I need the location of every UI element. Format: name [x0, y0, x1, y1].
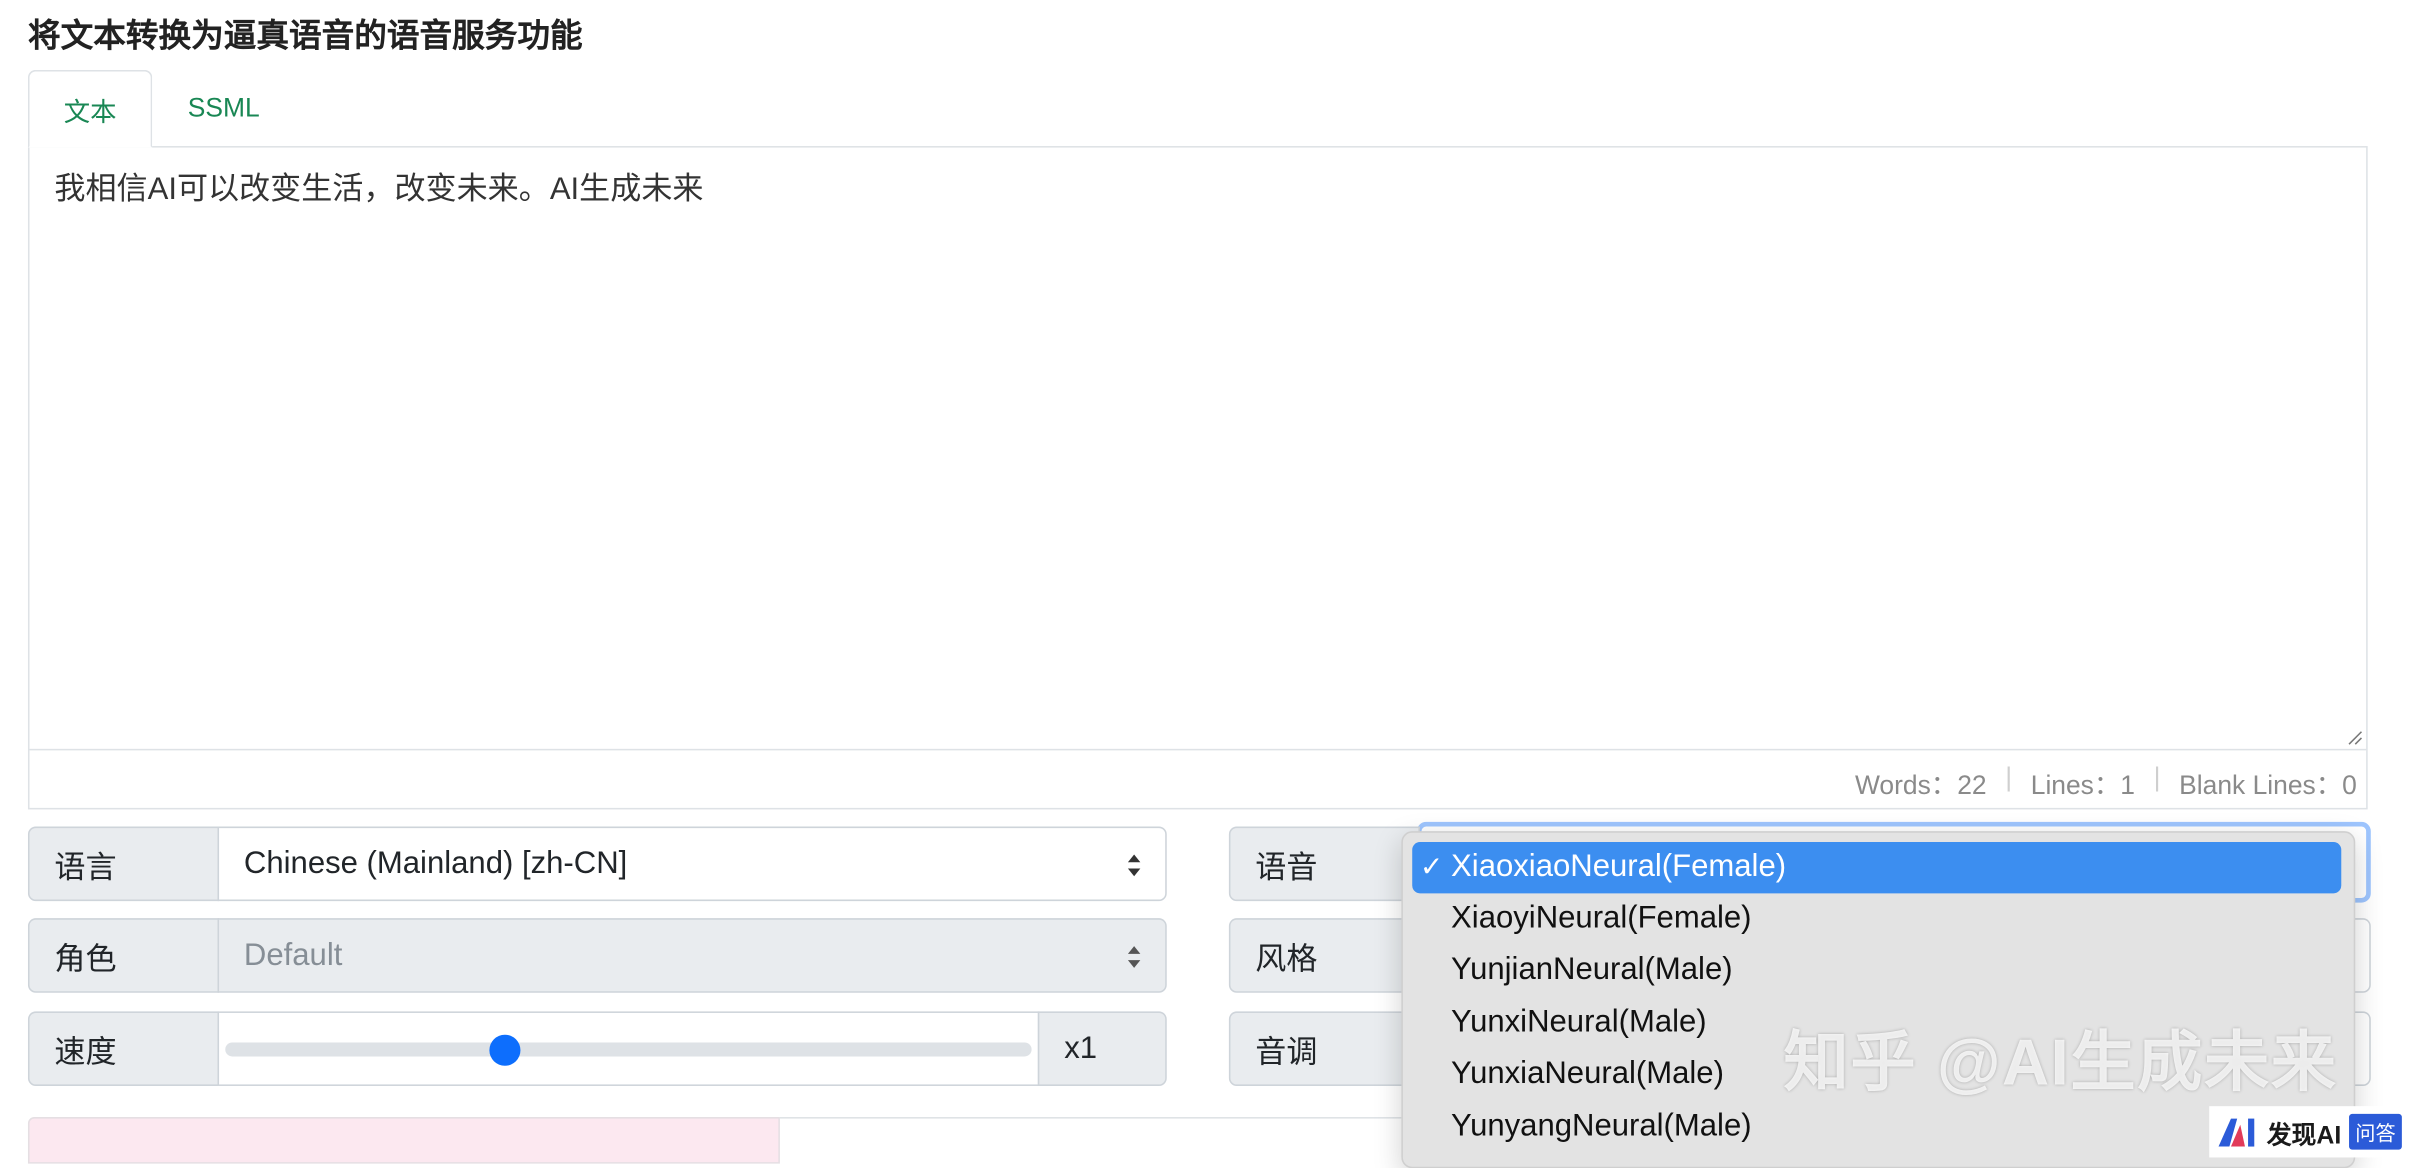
voice-option[interactable]: ✓ XiaoxiaoNeural(Female)	[1412, 842, 2342, 894]
voice-group: 语音	[1228, 826, 1420, 902]
brand-logo: 发现AI 问答	[2209, 1106, 2436, 1158]
text-editor: 我相信AI可以改变生活，改变未来。AI生成未来 Words：22 | Lines…	[27, 146, 2368, 810]
blank-line-count: Blank Lines：0	[2179, 770, 2357, 801]
voice-option[interactable]: YunyangNeural(Male)	[1451, 1109, 1752, 1145]
divider	[779, 1117, 1402, 1119]
editor-stats: Words：22 | Lines：1 | Blank Lines：0	[1855, 763, 2357, 802]
pitch-label: 音调	[1228, 1011, 1420, 1086]
check-icon: ✓	[1419, 851, 1444, 883]
voice-option[interactable]: YunxiNeural(Male)	[1451, 1005, 1707, 1041]
resize-handle-icon[interactable]	[2347, 730, 2363, 746]
audio-player-area	[27, 1117, 780, 1164]
role-select-value: Default	[243, 937, 343, 972]
brand-badge: 问答	[2349, 1113, 2402, 1150]
role-group: 角色 Default	[27, 918, 1167, 993]
language-select-value: Chinese (Mainland) [zh-CN]	[243, 845, 628, 881]
language-select[interactable]: Chinese (Mainland) [zh-CN]	[217, 826, 1167, 902]
voice-option[interactable]: YunxiaNeural(Male)	[1451, 1056, 1724, 1092]
language-label: 语言	[27, 826, 220, 902]
select-arrows-icon	[1127, 854, 1141, 877]
role-select[interactable]: Default	[217, 918, 1167, 993]
voice-label: 语音	[1228, 826, 1420, 902]
tab-ssml[interactable]: SSML	[152, 70, 295, 148]
speed-slider-track	[225, 1042, 1032, 1057]
watermark: 知乎 @AI生成未来	[1783, 1025, 2338, 1099]
voice-option[interactable]: YunjianNeural(Male)	[1451, 952, 1733, 988]
language-group: 语言 Chinese (Mainland) [zh-CN]	[27, 826, 1167, 902]
role-label: 角色	[27, 918, 220, 993]
speed-group: 速度 x1	[27, 1011, 1167, 1086]
stats-separator: |	[2005, 762, 2013, 793]
tab-text[interactable]: 文本	[27, 69, 153, 148]
speed-multiplier: x1	[1037, 1011, 1167, 1086]
select-arrows-icon	[1127, 946, 1141, 968]
line-count: Lines：1	[2030, 770, 2136, 801]
speed-slider[interactable]	[217, 1011, 1040, 1086]
text-input[interactable]: 我相信AI可以改变生活，改变未来。AI生成未来	[29, 148, 2367, 751]
word-count: Words：22	[1854, 770, 1987, 801]
text-input-value: 我相信AI可以改变生活，改变未来。AI生成未来	[54, 172, 704, 207]
voice-option-label: XiaoxiaoNeural(Female)	[1451, 849, 1787, 884]
speed-label: 速度	[27, 1011, 220, 1086]
brand-name: 发现AI	[2266, 1122, 2342, 1149]
speed-slider-thumb[interactable]	[489, 1034, 521, 1066]
page-title: 将文本转换为逼真语音的语音服务功能	[27, 18, 583, 55]
ai-logo-icon	[2218, 1117, 2255, 1146]
voice-option[interactable]: XiaoyiNeural(Female)	[1451, 901, 1751, 937]
stats-separator: |	[2153, 762, 2161, 793]
style-label: 风格	[1228, 918, 1420, 993]
